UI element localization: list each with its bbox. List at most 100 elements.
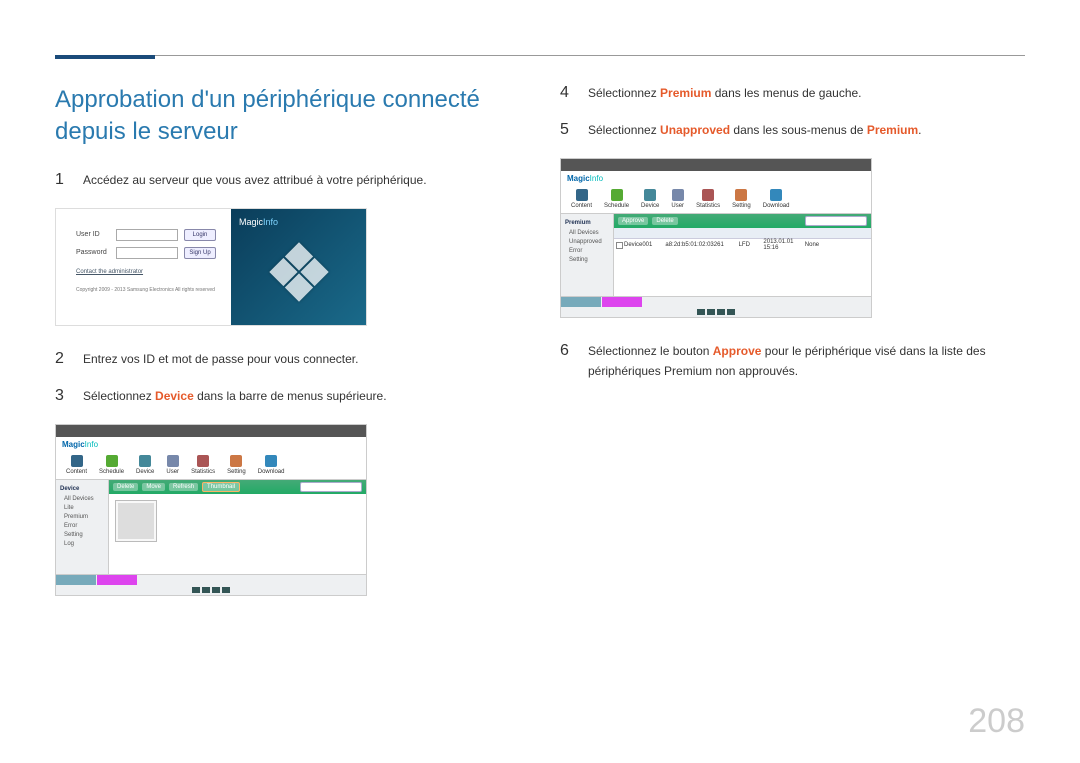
device-card-thumb: [118, 503, 154, 539]
step-2-number: 2: [55, 350, 69, 368]
toolbar-btn[interactable]: Refresh: [169, 483, 198, 491]
step-5-highlight-1: Unapproved: [660, 123, 730, 137]
icon-bar-2: Content Schedule Device User Statistics …: [561, 185, 871, 214]
app-brand-magic: Magic: [62, 440, 85, 449]
step-2-text: Entrez vos ID et mot de passe pour vous …: [83, 350, 358, 369]
step-6: 6 Sélectionnez le bouton Approve pour le…: [560, 342, 1025, 380]
nav-content-icon[interactable]: Content: [66, 455, 87, 475]
brand-magic: Magic: [239, 217, 263, 227]
step-5-text: Sélectionnez Unapproved dans les sous-me…: [588, 121, 922, 140]
step-3-number: 3: [55, 387, 69, 405]
app-brand-info: Info: [85, 440, 98, 449]
step-6-number: 6: [560, 342, 574, 360]
nav-device-icon[interactable]: Device: [641, 189, 659, 209]
step-4-text: Sélectionnez Premium dans les menus de g…: [588, 84, 862, 103]
pager-btn[interactable]: [192, 587, 200, 593]
app-sidebar: Device All Devices Lite Premium Error Se…: [56, 480, 109, 574]
step-3-highlight: Device: [155, 389, 194, 403]
search-input-2[interactable]: [805, 216, 867, 226]
page-title: Approbation d'un périphérique connecté d…: [55, 84, 520, 149]
table-row[interactable]: Device001 a8:2d:b5:01:02:03 261 LFD 2013…: [614, 239, 871, 249]
nav-user-icon[interactable]: User: [671, 189, 684, 209]
pager-btn[interactable]: [707, 309, 715, 315]
step-4: 4 Sélectionnez Premium dans les menus de…: [560, 84, 1025, 103]
pager-btn[interactable]: [727, 309, 735, 315]
login-screenshot: User ID Login Password Sign Up Contact t…: [55, 208, 520, 326]
app2-sidebar: Premium All Devices Unapproved Error Set…: [561, 214, 614, 296]
login-password-input[interactable]: [116, 247, 178, 259]
device-card[interactable]: [115, 500, 157, 542]
diamond-icon: [269, 242, 328, 301]
sidebar-item-setting[interactable]: Setting: [569, 257, 609, 263]
toolbar-btn[interactable]: Delete: [113, 483, 138, 491]
sidebar-item[interactable]: Error: [64, 523, 104, 529]
copyright-text: Copyright 2009 - 2013 Samsung Electronic…: [76, 287, 221, 293]
pager-btn[interactable]: [697, 309, 705, 315]
nav-content-icon[interactable]: Content: [571, 189, 592, 209]
toolbar-btn[interactable]: Move: [142, 483, 165, 491]
sidebar-item-error[interactable]: Error: [569, 248, 609, 254]
login-password-label: Password: [76, 249, 110, 256]
row-checkbox[interactable]: [616, 242, 623, 249]
nav-statistics-icon[interactable]: Statistics: [191, 455, 215, 475]
login-brand-panel: MagicInfo: [231, 209, 366, 325]
login-button[interactable]: Login: [184, 229, 216, 241]
pager-btn[interactable]: [202, 587, 210, 593]
nav-statistics-icon[interactable]: Statistics: [696, 189, 720, 209]
page-number: 208: [968, 702, 1025, 741]
nav-schedule-icon[interactable]: Schedule: [604, 189, 629, 209]
pager-btn[interactable]: [717, 309, 725, 315]
table-header: [614, 228, 871, 239]
app-main: Delete Move Refresh Thumbnail: [109, 480, 366, 574]
nav-schedule-icon[interactable]: Schedule: [99, 455, 124, 475]
step-1-text: Accédez au serveur que vous avez attribu…: [83, 171, 427, 190]
step-6-highlight: Approve: [713, 344, 762, 358]
sidebar-item[interactable]: All Devices: [64, 496, 104, 502]
step-2: 2 Entrez vos ID et mot de passe pour vou…: [55, 350, 520, 369]
sidebar-item[interactable]: Setting: [64, 532, 104, 538]
search-input[interactable]: [300, 482, 362, 492]
nav-setting-icon[interactable]: Setting: [732, 189, 751, 209]
sidebar-item-unapproved[interactable]: Unapproved: [569, 239, 609, 245]
approve-button[interactable]: Approve: [618, 217, 648, 225]
step-4-number: 4: [560, 84, 574, 102]
device-screenshot: MagicInfo Content Schedule Device User S…: [55, 424, 520, 596]
step-5: 5 Sélectionnez Unapproved dans les sous-…: [560, 121, 1025, 140]
login-user-id-input[interactable]: [116, 229, 178, 241]
step-1-number: 1: [55, 171, 69, 189]
signup-button[interactable]: Sign Up: [184, 247, 216, 259]
sidebar-item[interactable]: Log: [64, 541, 104, 547]
step-6-text: Sélectionnez le bouton Approve pour le p…: [588, 342, 1025, 380]
contact-admin-link[interactable]: Contact the administrator: [76, 269, 221, 275]
nav-download-icon[interactable]: Download: [763, 189, 790, 209]
nav-download-icon[interactable]: Download: [258, 455, 285, 475]
nav-setting-icon[interactable]: Setting: [227, 455, 246, 475]
pager-2: [561, 307, 871, 317]
step-1: 1 Accédez au serveur que vous avez attri…: [55, 171, 520, 190]
pager-btn[interactable]: [212, 587, 220, 593]
sidebar-item-all[interactable]: All Devices: [569, 230, 609, 236]
nav-device-icon[interactable]: Device: [136, 455, 154, 475]
step-3-text: Sélectionnez Device dans la barre de men…: [83, 387, 387, 406]
step-4-highlight: Premium: [660, 86, 711, 100]
pager-btn[interactable]: [222, 587, 230, 593]
right-column: 4 Sélectionnez Premium dans les menus de…: [560, 84, 1025, 620]
icon-bar: Content Schedule Device User Statistics …: [56, 451, 366, 480]
app2-toolbar: Approve Delete: [614, 214, 871, 228]
nav-user-icon[interactable]: User: [166, 455, 179, 475]
sidebar-premium-header: Premium: [565, 220, 609, 226]
header-accent: [55, 55, 155, 59]
header-rule: [55, 55, 1025, 56]
step-3: 3 Sélectionnez Device dans la barre de m…: [55, 387, 520, 406]
brand-info: Info: [263, 217, 278, 227]
app-toolbar: Delete Move Refresh Thumbnail: [109, 480, 366, 494]
thumbnail-toggle[interactable]: Thumbnail: [202, 482, 240, 492]
content-columns: Approbation d'un périphérique connecté d…: [55, 84, 1025, 620]
step-5-number: 5: [560, 121, 574, 139]
sidebar-item[interactable]: Lite: [64, 505, 104, 511]
sidebar-item[interactable]: Premium: [64, 514, 104, 520]
premium-screenshot: MagicInfo Content Schedule Device User S…: [560, 158, 1025, 318]
sidebar-header: Device: [60, 486, 104, 492]
step-5-highlight-2: Premium: [867, 123, 918, 137]
toolbar-btn[interactable]: Delete: [652, 217, 677, 225]
